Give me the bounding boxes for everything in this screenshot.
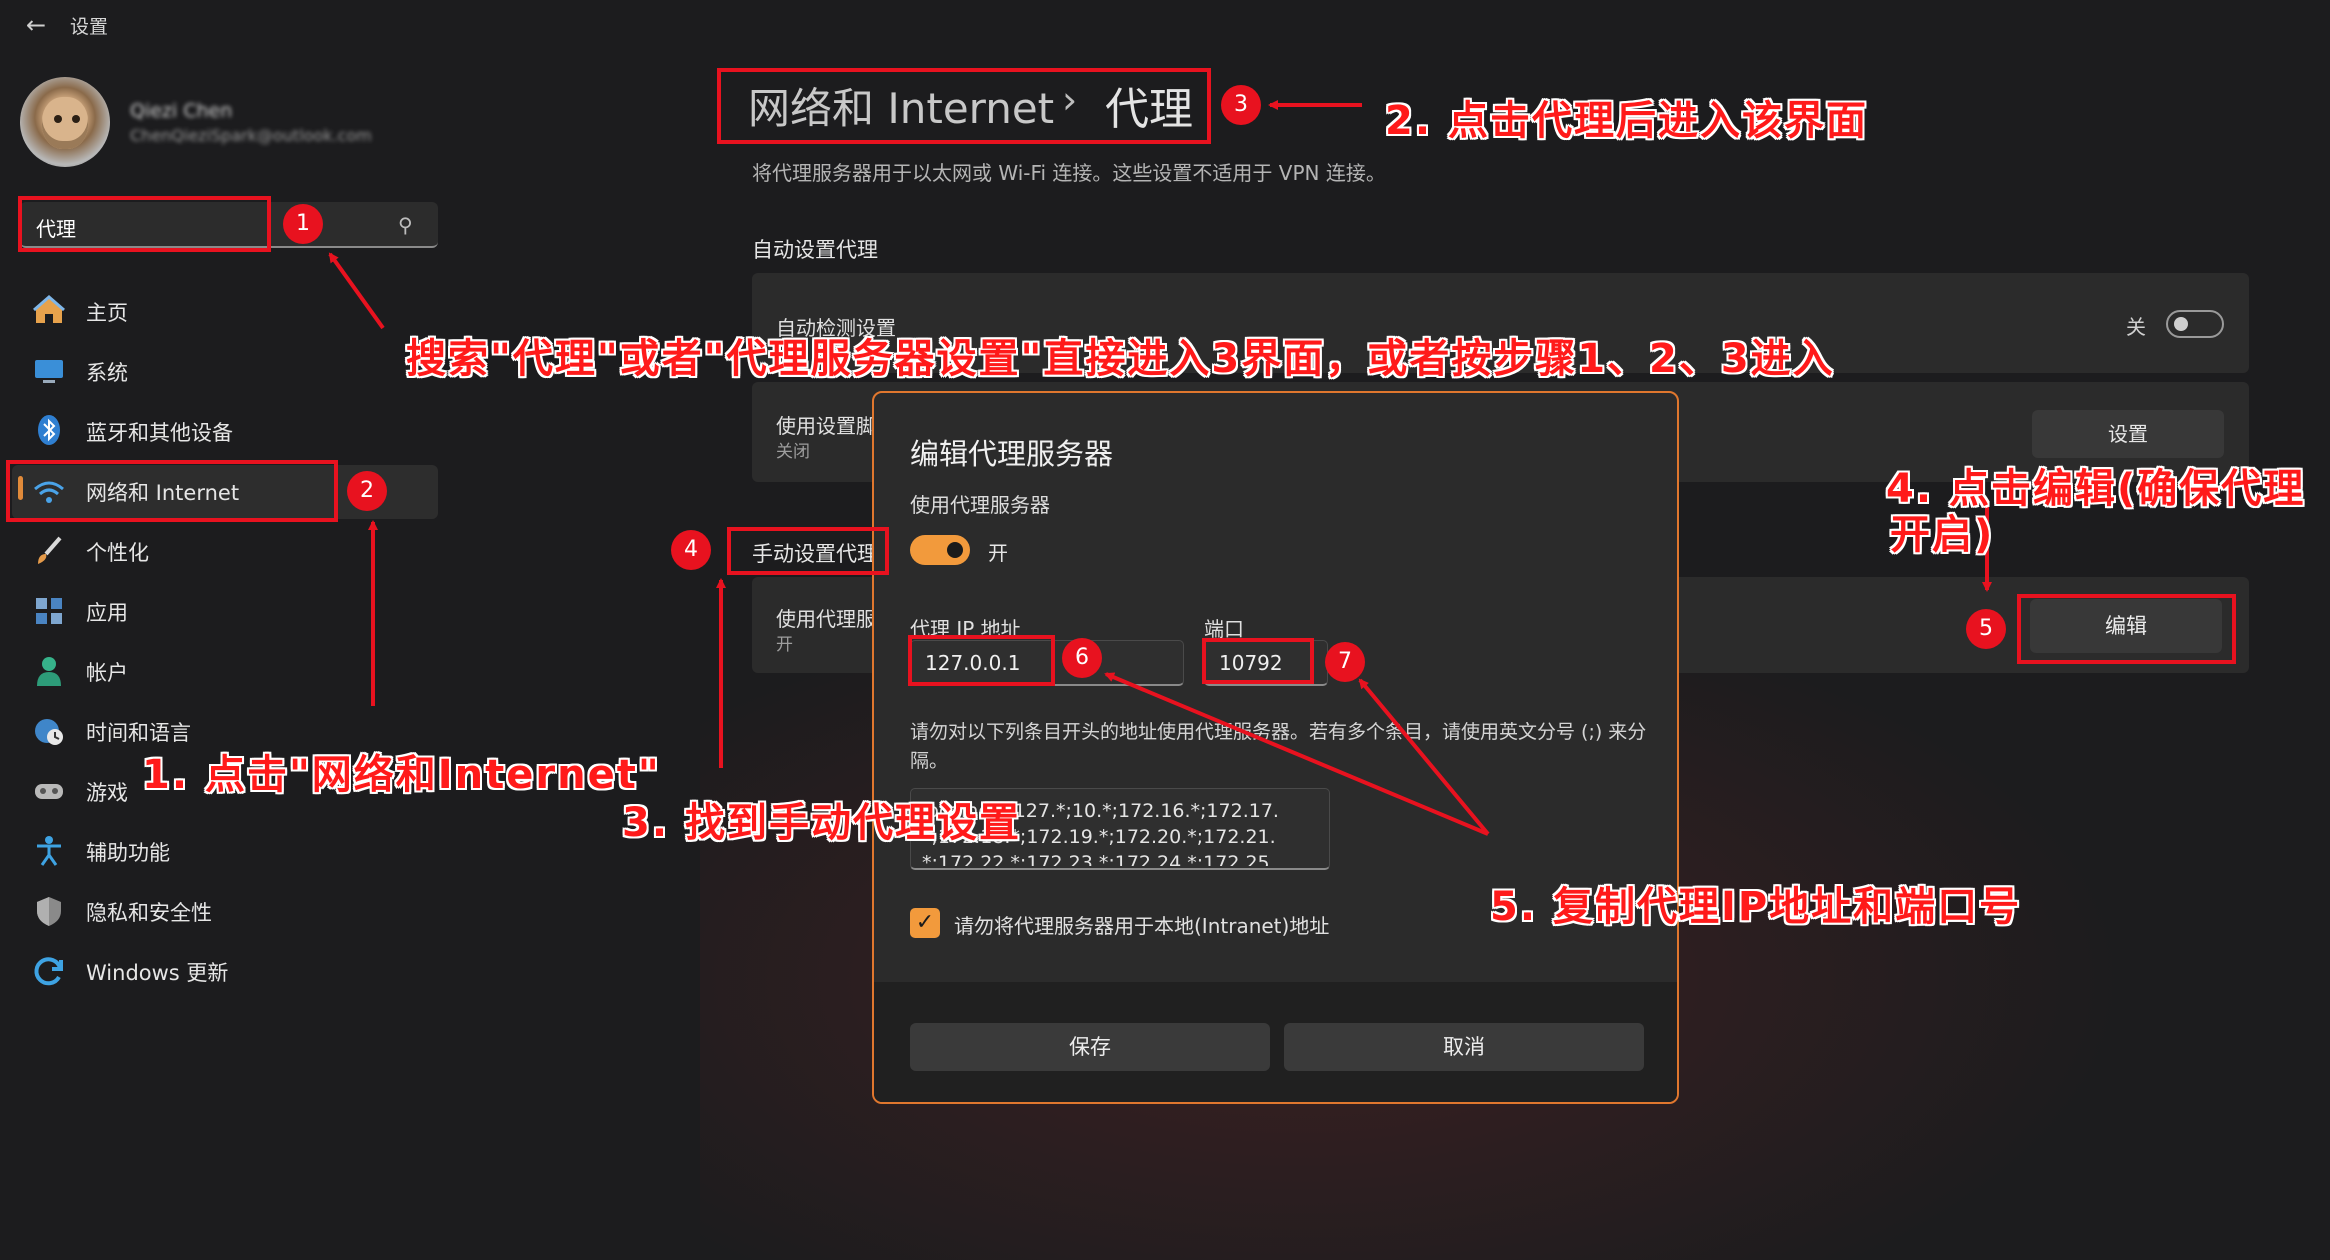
note-step-1: 1. 点击"网络和Internet" bbox=[142, 752, 661, 798]
note-step-2: 2. 点击代理后进入该界面 bbox=[1385, 98, 1868, 144]
note-step-5: 5. 复制代理IP地址和端口号 bbox=[1490, 884, 2022, 930]
annotation-arrows bbox=[328, 100, 1992, 836]
note-step-3: 3. 找到手动代理设置 bbox=[622, 800, 1021, 846]
note-search: 搜索"代理"或者"代理服务器设置"直接进入3界面，或者按步骤1、2、3进入 bbox=[406, 336, 1835, 382]
note-step-4-line2: 开启) bbox=[1890, 512, 1995, 558]
